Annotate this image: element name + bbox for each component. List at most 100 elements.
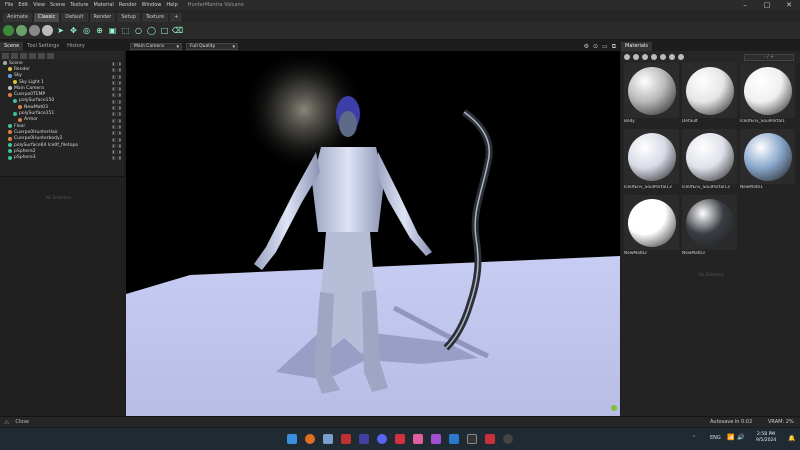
visibility-lock-icon[interactable]: ◧ ◨ — [112, 155, 121, 160]
material-swatch[interactable]: Ice0fEnv_SoulPortal1 — [740, 63, 795, 126]
refresh-icon[interactable] — [669, 54, 675, 60]
material-swatch[interactable]: Body — [624, 63, 679, 126]
material-swatch[interactable]: Default — [682, 63, 737, 126]
visibility-lock-icon[interactable]: ◧ ◨ — [112, 105, 121, 110]
network-icon[interactable]: 📶 — [727, 434, 734, 441]
visibility-lock-icon[interactable]: ◧ ◨ — [112, 118, 121, 123]
material-swatch[interactable]: NewMat01 — [740, 129, 795, 192]
layout-tab-setup[interactable]: Setup — [117, 13, 140, 22]
marquee-icon[interactable]: ⬚ — [120, 25, 131, 36]
circle-select-icon[interactable]: ◯ — [146, 25, 157, 36]
clock[interactable]: 2:58 PM 9/5/2024 — [756, 432, 776, 443]
select-arrow-icon[interactable]: ➤ — [55, 25, 66, 36]
menu-help[interactable]: Help — [166, 2, 177, 8]
sky-sphere-icon[interactable] — [29, 25, 40, 36]
menu-view[interactable]: View — [33, 2, 45, 8]
volume-icon[interactable]: 🔊 — [737, 434, 744, 441]
frame-icon[interactable]: ▭ — [602, 42, 608, 51]
new-material-icon[interactable] — [624, 54, 630, 60]
vscode-icon[interactable] — [449, 434, 459, 444]
material-swatch[interactable]: NewMat03 — [682, 195, 737, 258]
visibility-lock-icon[interactable]: ◧ ◨ — [112, 124, 121, 129]
layout-tab-add[interactable]: + — [170, 13, 183, 22]
language-indicator[interactable]: ENG — [710, 435, 721, 441]
duplicate-material-icon[interactable] — [633, 54, 639, 60]
menu-scene[interactable]: Scene — [50, 2, 65, 8]
visibility-lock-icon[interactable]: ◧ ◨ — [112, 86, 121, 91]
visibility-lock-icon[interactable]: ◧ ◨ — [112, 80, 121, 85]
visibility-lock-icon[interactable]: ◧ ◨ — [112, 130, 121, 135]
quality-select[interactable]: Full Quality ▾ — [186, 43, 238, 50]
import-material-icon[interactable] — [642, 54, 648, 60]
app-dark-icon[interactable] — [467, 434, 477, 444]
minimize-button[interactable]: – — [734, 0, 756, 10]
tab-history[interactable]: History — [63, 42, 89, 51]
app-gear-icon[interactable] — [503, 434, 513, 444]
app-pink-icon[interactable] — [413, 434, 423, 444]
tab-materials[interactable]: Materials — [621, 42, 652, 51]
material-swatch[interactable]: Ice0fEnv_SoulPortal13 — [624, 129, 679, 192]
layout-tab-classic[interactable]: Classic — [33, 13, 60, 22]
render-sphere-icon[interactable] — [3, 25, 14, 36]
menu-texture[interactable]: Texture — [70, 2, 88, 8]
add-mesh-icon[interactable] — [47, 52, 54, 59]
light-sphere-icon[interactable] — [42, 25, 53, 36]
material-swatch[interactable]: Ice0fEnv_SoulPortal13 — [682, 129, 737, 192]
square-select-icon[interactable]: □ — [159, 25, 170, 36]
settings-icon[interactable] — [678, 54, 684, 60]
app-red-icon[interactable] — [341, 434, 351, 444]
blender-icon[interactable] — [305, 434, 315, 444]
gear-icon[interactable]: ⚙ — [584, 42, 589, 51]
popout-icon[interactable]: ⧉ — [612, 42, 616, 51]
start-icon[interactable] — [287, 434, 297, 444]
folder-icon[interactable] — [651, 54, 657, 60]
status-close-button[interactable]: Close — [15, 419, 29, 425]
visibility-lock-icon[interactable]: ◧ ◨ — [112, 137, 121, 142]
camera-select[interactable]: Main Camera ▾ — [130, 43, 182, 50]
add-material-icon[interactable] — [38, 52, 45, 59]
material-swatch[interactable]: NewMat02 — [624, 195, 679, 258]
transform-icon[interactable]: ⊕ — [94, 25, 105, 36]
delete-material-icon[interactable] — [660, 54, 666, 60]
layout-tab-animate[interactable]: Animate — [3, 13, 32, 22]
app-rose-icon[interactable] — [395, 434, 405, 444]
visibility-lock-icon[interactable]: ◧ ◨ — [112, 99, 121, 104]
layout-tab-default[interactable]: Default — [61, 13, 88, 22]
discord-icon[interactable] — [377, 434, 387, 444]
app-crimson-icon[interactable] — [485, 434, 495, 444]
add-light-icon[interactable] — [11, 52, 18, 59]
menu-window[interactable]: Window — [142, 2, 162, 8]
add-camera-icon[interactable] — [20, 52, 27, 59]
visibility-lock-icon[interactable]: ◧ ◨ — [112, 111, 121, 116]
material-size-control[interactable]: - / + — [744, 53, 794, 61]
visibility-lock-icon[interactable]: ◧ ◨ — [112, 61, 121, 66]
visibility-lock-icon[interactable]: ◧ ◨ — [112, 149, 121, 154]
menu-material[interactable]: Material — [94, 2, 114, 8]
layout-tab-render[interactable]: Render — [89, 13, 116, 22]
menu-render[interactable]: Render — [119, 2, 137, 8]
tab-scene[interactable]: Scene — [0, 42, 24, 51]
layout-tab-texture[interactable]: Texture — [141, 13, 169, 22]
menu-edit[interactable]: Edit — [18, 2, 28, 8]
explorer-icon[interactable] — [323, 434, 333, 444]
close-button[interactable]: ✕ — [778, 0, 800, 10]
tab-tool-settings[interactable]: Tool Settings — [23, 42, 63, 51]
3d-viewport[interactable]: Main Camera ▾ Full Quality ▾ ⚙ ⊙ ▭ ⧉ — [126, 42, 620, 416]
material-sphere-icon[interactable] — [16, 25, 27, 36]
tree-item[interactable]: pSphere3 ◧ ◨ — [0, 154, 124, 160]
add-object-icon[interactable] — [2, 52, 9, 59]
globe-icon[interactable]: ◎ — [81, 25, 92, 36]
target-icon[interactable]: ⊙ — [593, 42, 598, 51]
maximize-button[interactable]: □ — [756, 0, 778, 10]
menu-file[interactable]: File — [5, 2, 13, 8]
lasso-icon[interactable]: ○ — [133, 25, 144, 36]
scale-icon[interactable]: ▣ — [107, 25, 118, 36]
visibility-lock-icon[interactable]: ◧ ◨ — [112, 74, 121, 79]
move-icon[interactable]: ✥ — [68, 25, 79, 36]
app-blue-icon[interactable] — [359, 434, 369, 444]
app-purple-icon[interactable] — [431, 434, 441, 444]
tray-chevron-icon[interactable]: ⌃ — [692, 435, 696, 441]
visibility-lock-icon[interactable]: ◧ ◨ — [112, 67, 121, 72]
visibility-lock-icon[interactable]: ◧ ◨ — [112, 143, 121, 148]
notification-icon[interactable]: 🔔 — [788, 435, 795, 442]
